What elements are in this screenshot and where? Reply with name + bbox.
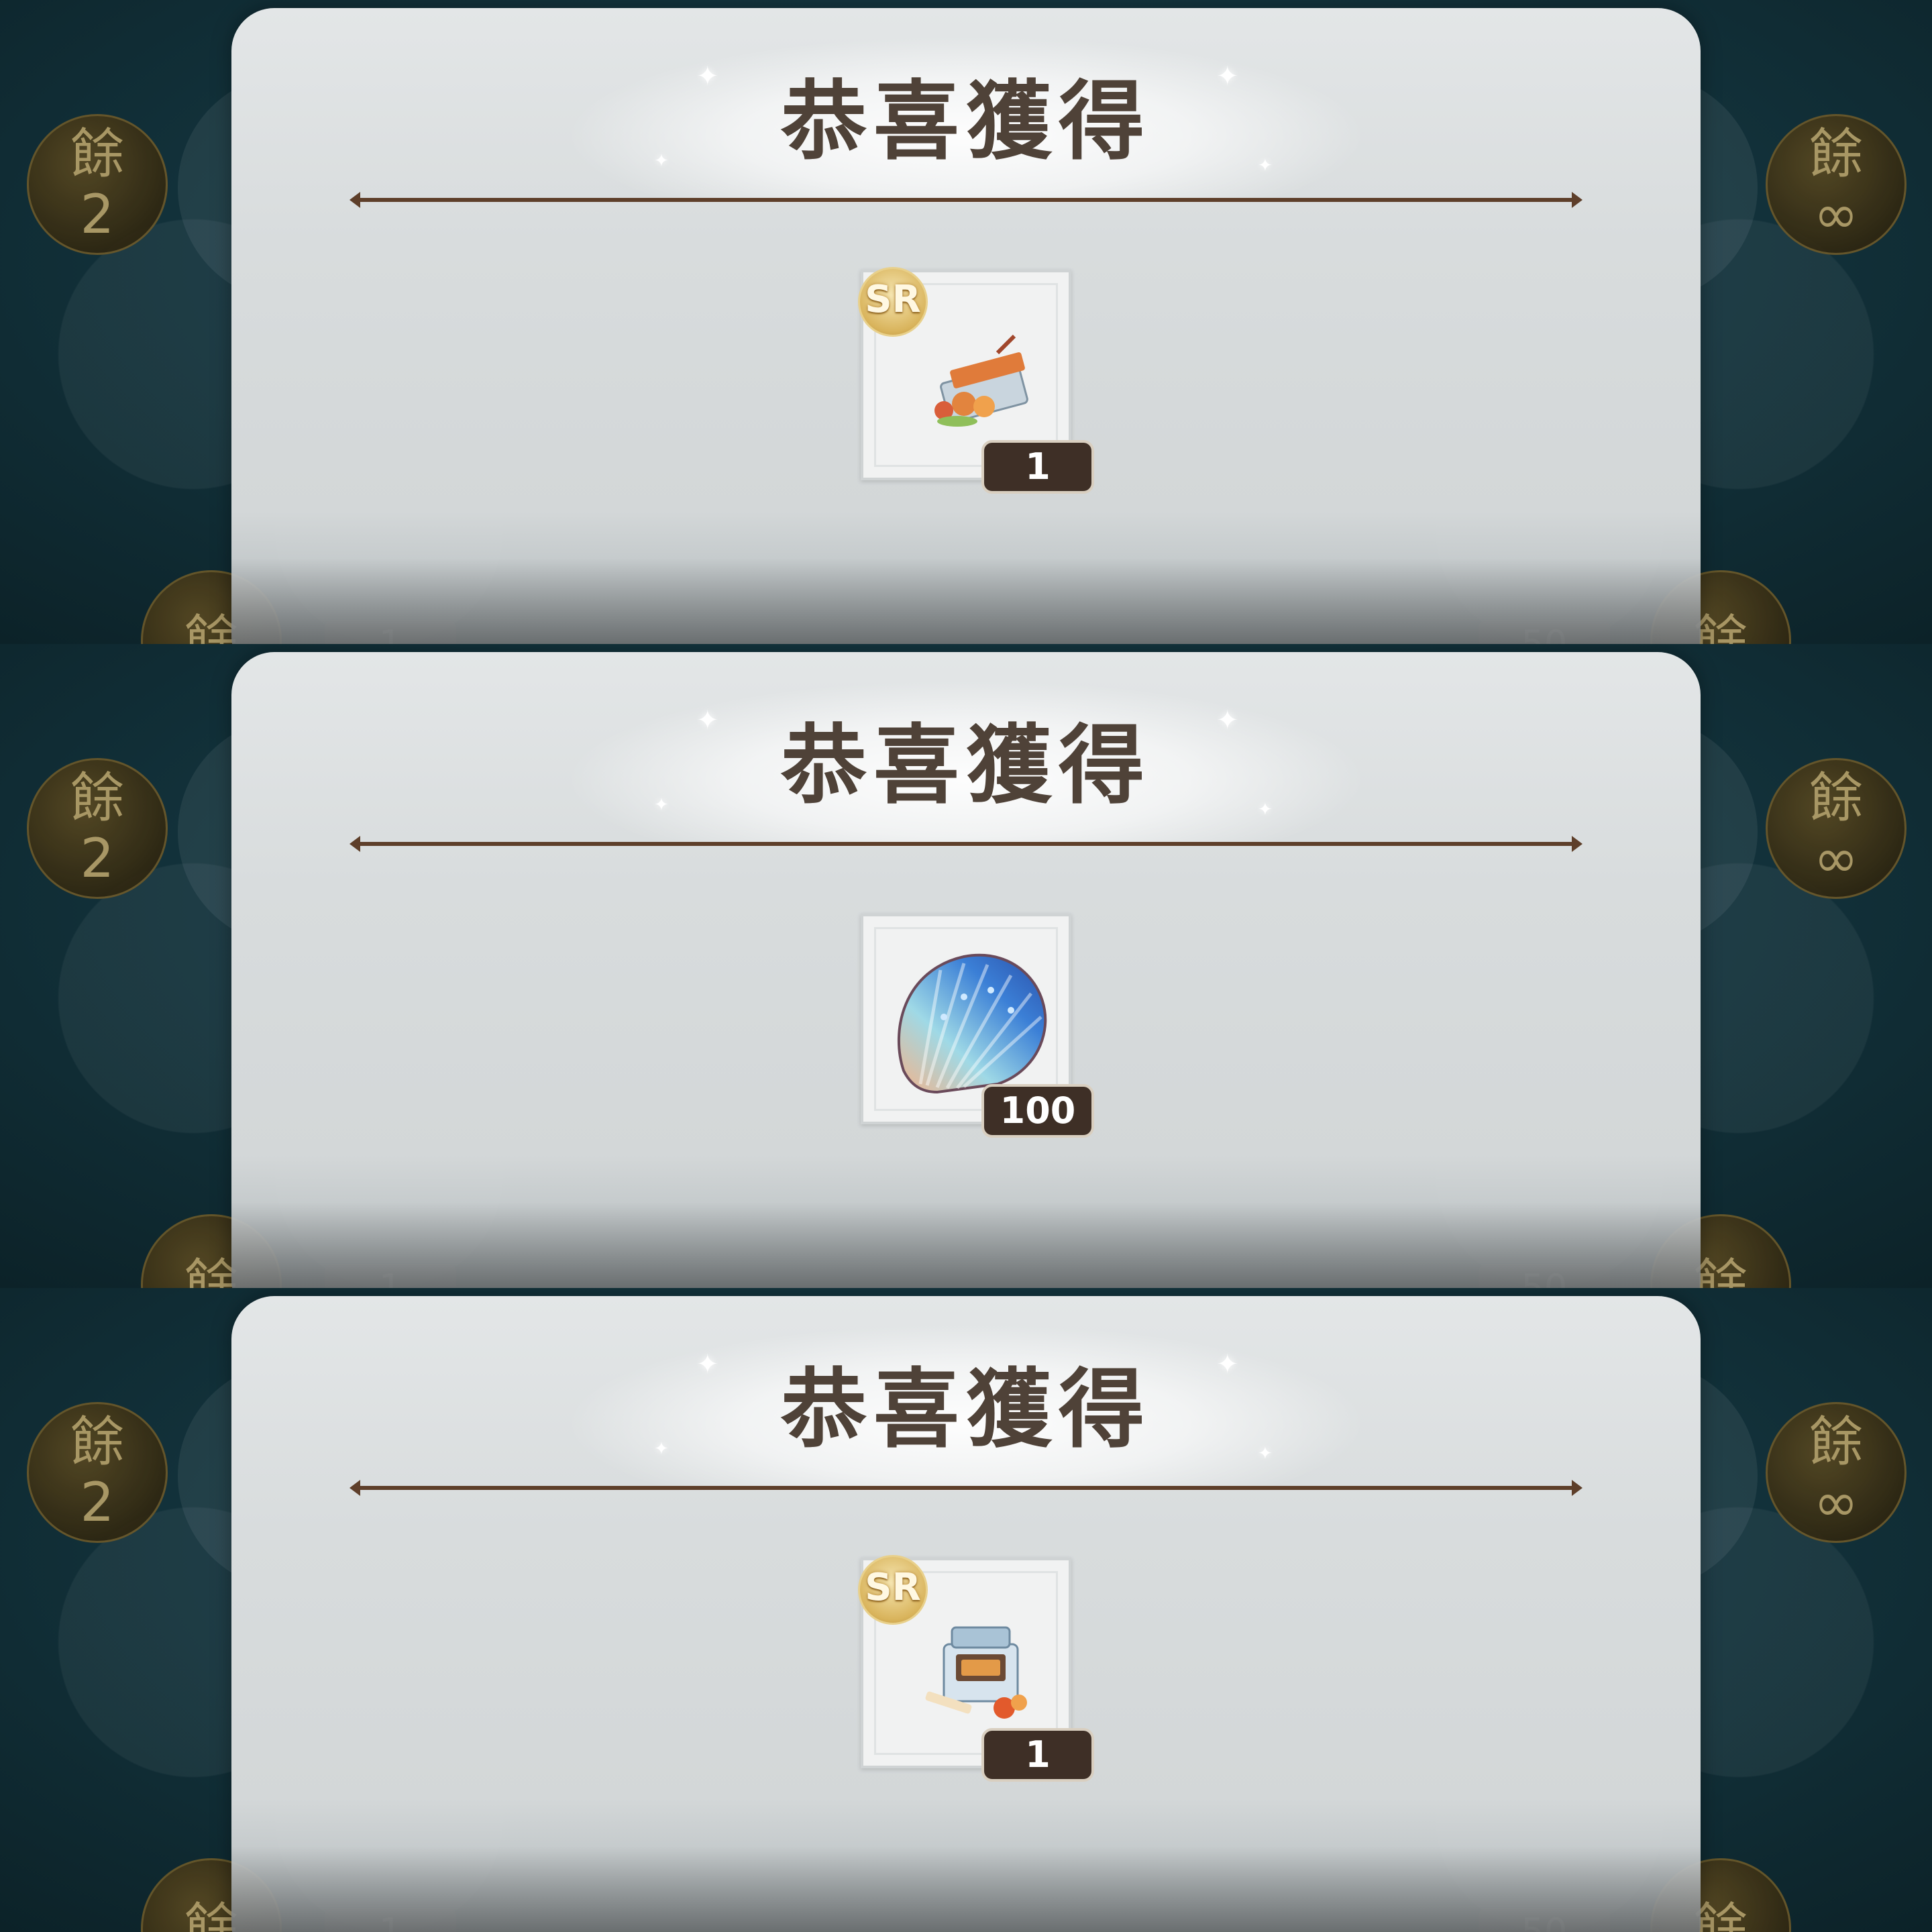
title-divider: [350, 836, 1582, 852]
quantity-badge: 1: [981, 440, 1094, 494]
rarity-badge: SR: [858, 1555, 928, 1625]
reward-screenshot-1: 餘2 餘∞ 餘 餘 10 5 1 50 ✦ ✦ ✦ ✦ 恭喜獲得 SR: [0, 0, 1932, 644]
popup-title: 恭喜獲得: [780, 1360, 1151, 1460]
reward-popup[interactable]: ✦ ✦ ✦ ✦ 恭喜獲得 SR 1: [231, 1296, 1701, 1932]
popup-title: 恭喜獲得: [780, 716, 1151, 816]
reward-screenshot-3: 餘2 餘∞ 餘 餘 10 5 1 50 ✦ ✦ ✦ ✦ 恭喜獲得 SR: [0, 1288, 1932, 1932]
popup-title: 恭喜獲得: [780, 72, 1151, 172]
remaining-badge-left: 餘2: [27, 758, 168, 899]
remaining-badge-right: 餘 ∞: [1766, 1402, 1907, 1543]
remaining-badge-left: 餘2: [27, 1402, 168, 1543]
title-divider: [350, 1480, 1582, 1496]
remaining-badge-right: 餘 ∞: [1766, 114, 1907, 255]
reward-popup[interactable]: ✦ ✦ ✦ ✦ 恭喜獲得 SR 1: [231, 8, 1701, 644]
remaining-badge-left: 餘2: [27, 114, 168, 255]
quantity-badge: 1: [981, 1728, 1094, 1782]
title-divider: [350, 192, 1582, 208]
remaining-badge-right: 餘 ∞: [1766, 758, 1907, 899]
reward-screenshot-2: 餘2 餘∞ 餘 餘 10 5 1 50 ✦ ✦ ✦ ✦ 恭喜獲得: [0, 644, 1932, 1288]
quantity-badge: 100: [981, 1084, 1094, 1138]
reward-popup[interactable]: ✦ ✦ ✦ ✦ 恭喜獲得 100: [231, 652, 1701, 1288]
rarity-badge: SR: [858, 267, 928, 337]
